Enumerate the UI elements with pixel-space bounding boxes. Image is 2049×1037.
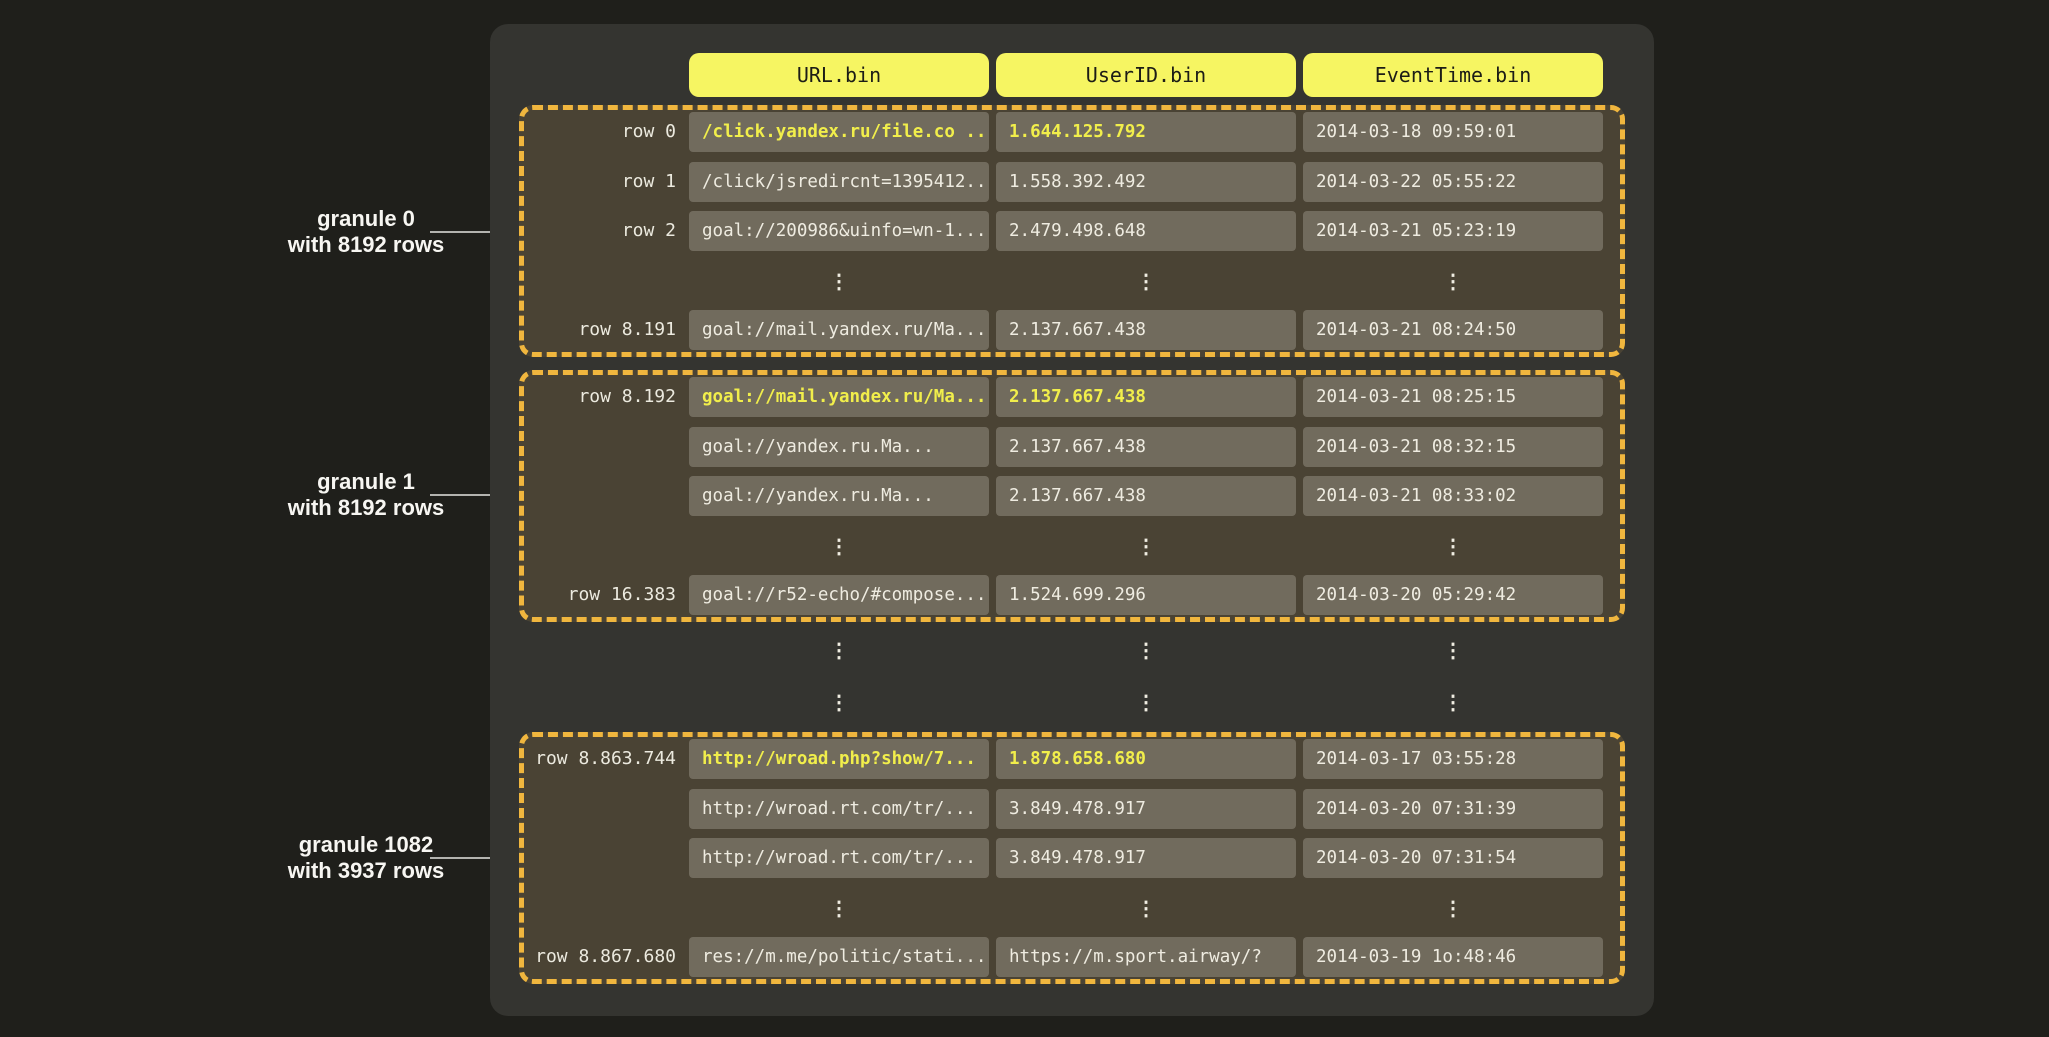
table-row: row 0 /click.yandex.ru/file.co ... 1.644… <box>524 112 1620 152</box>
cell-eventtime: 2014-03-17 03:55:28 <box>1303 739 1603 779</box>
cell-url: goal://yandex.ru.Ma... <box>689 476 989 516</box>
table-row: row 8.191 goal://mail.yandex.ru/Ma... 2.… <box>524 310 1620 350</box>
vertical-ellipsis-icon: ⋮ <box>1303 630 1603 670</box>
granule-box-1082: row 8.863.744 http://wroad.php?show/7...… <box>519 732 1625 984</box>
cell-url: goal://200986&uinfo=wn-1... <box>689 211 989 251</box>
cell-eventtime: 2014-03-21 05:23:19 <box>1303 211 1603 251</box>
granule-box-1: row 8.192 goal://mail.yandex.ru/Ma... 2.… <box>519 370 1625 622</box>
cell-userid: 2.137.667.438 <box>996 427 1296 467</box>
row-label: row 1 <box>524 162 689 202</box>
vertical-ellipsis-icon: ⋮ <box>996 261 1296 301</box>
cell-url: goal://r52-echo/#compose... <box>689 575 989 615</box>
cell-eventtime: 2014-03-21 08:33:02 <box>1303 476 1603 516</box>
cell-userid: 1.644.125.792 <box>996 112 1296 152</box>
vertical-ellipsis-icon: ⋮ <box>1303 888 1603 928</box>
table-row: row 8.867.680 res://m.me/politic/stati..… <box>524 937 1620 977</box>
cell-userid: 2.479.498.648 <box>996 211 1296 251</box>
arrow-line <box>430 857 498 859</box>
granule-box-0: row 0 /click.yandex.ru/file.co ... 1.644… <box>519 105 1625 357</box>
cell-userid: 1.524.699.296 <box>996 575 1296 615</box>
cell-eventtime: 2014-03-21 08:32:15 <box>1303 427 1603 467</box>
row-label: row 16.383 <box>524 575 689 615</box>
vertical-ellipsis-icon: ⋮ <box>996 526 1296 566</box>
cell-eventtime: 2014-03-18 09:59:01 <box>1303 112 1603 152</box>
row-label: row 0 <box>524 112 689 152</box>
row-label: row 8.863.744 <box>524 739 689 779</box>
vertical-ellipsis-icon: ⋮ <box>1303 526 1603 566</box>
cell-url: /click/jsredircnt=1395412... <box>689 162 989 202</box>
cell-userid: https://m.sport.airway/? <box>996 937 1296 977</box>
ellipsis-row: ⋮ ⋮ ⋮ <box>524 630 1620 670</box>
cell-url: http://wroad.rt.com/tr/... <box>689 838 989 878</box>
vertical-ellipsis-icon: ⋮ <box>1303 682 1603 722</box>
row-label: row 8.192 <box>524 377 689 417</box>
cell-eventtime: 2014-03-21 08:24:50 <box>1303 310 1603 350</box>
cell-url: goal://yandex.ru.Ma... <box>689 427 989 467</box>
row-label: row 8.191 <box>524 310 689 350</box>
vertical-ellipsis-icon: ⋮ <box>689 682 989 722</box>
table-row: row 1 /click/jsredircnt=1395412... 1.558… <box>524 162 1620 202</box>
arrow-line <box>430 231 498 233</box>
cell-url: res://m.me/politic/stati... <box>689 937 989 977</box>
ellipsis-row: ⋮ ⋮ ⋮ <box>524 261 1620 301</box>
cell-eventtime: 2014-03-20 07:31:39 <box>1303 789 1603 829</box>
vertical-ellipsis-icon: ⋮ <box>996 630 1296 670</box>
data-part-panel: URL.bin UserID.bin EventTime.bin row 0 /… <box>490 24 1654 1016</box>
cell-url: http://wroad.php?show/7... <box>689 739 989 779</box>
vertical-ellipsis-icon: ⋮ <box>996 682 1296 722</box>
cell-eventtime: 2014-03-19 1o:48:46 <box>1303 937 1603 977</box>
vertical-ellipsis-icon: ⋮ <box>689 526 989 566</box>
table-row: row 8.192 goal://mail.yandex.ru/Ma... 2.… <box>524 377 1620 417</box>
arrow-line <box>430 494 498 496</box>
table-row: http://wroad.rt.com/tr/... 3.849.478.917… <box>524 838 1620 878</box>
column-header-userid-bin: UserID.bin <box>996 53 1296 97</box>
ellipsis-row: ⋮ ⋮ ⋮ <box>524 888 1620 928</box>
cell-userid: 1.878.658.680 <box>996 739 1296 779</box>
cell-eventtime: 2014-03-22 05:55:22 <box>1303 162 1603 202</box>
cell-eventtime: 2014-03-20 07:31:54 <box>1303 838 1603 878</box>
table-row: goal://yandex.ru.Ma... 2.137.667.438 201… <box>524 427 1620 467</box>
cell-eventtime: 2014-03-20 05:29:42 <box>1303 575 1603 615</box>
vertical-ellipsis-icon: ⋮ <box>1303 261 1603 301</box>
cell-url: goal://mail.yandex.ru/Ma... <box>689 310 989 350</box>
table-row: goal://yandex.ru.Ma... 2.137.667.438 201… <box>524 476 1620 516</box>
table-row: row 16.383 goal://r52-echo/#compose... 1… <box>524 575 1620 615</box>
cell-userid: 3.849.478.917 <box>996 789 1296 829</box>
column-header-eventtime-bin: EventTime.bin <box>1303 53 1603 97</box>
vertical-ellipsis-icon: ⋮ <box>996 888 1296 928</box>
cell-url: /click.yandex.ru/file.co ... <box>689 112 989 152</box>
vertical-ellipsis-icon: ⋮ <box>689 888 989 928</box>
ellipsis-row: ⋮ ⋮ ⋮ <box>524 682 1620 722</box>
column-header-url-bin: URL.bin <box>689 53 989 97</box>
cell-userid: 2.137.667.438 <box>996 310 1296 350</box>
cell-userid: 2.137.667.438 <box>996 377 1296 417</box>
cell-eventtime: 2014-03-21 08:25:15 <box>1303 377 1603 417</box>
cell-url: goal://mail.yandex.ru/Ma... <box>689 377 989 417</box>
cell-url: http://wroad.rt.com/tr/... <box>689 789 989 829</box>
table-row: http://wroad.rt.com/tr/... 3.849.478.917… <box>524 789 1620 829</box>
row-label: row 2 <box>524 211 689 251</box>
cell-userid: 2.137.667.438 <box>996 476 1296 516</box>
ellipsis-row: ⋮ ⋮ ⋮ <box>524 526 1620 566</box>
vertical-ellipsis-icon: ⋮ <box>689 261 989 301</box>
cell-userid: 1.558.392.492 <box>996 162 1296 202</box>
cell-userid: 3.849.478.917 <box>996 838 1296 878</box>
table-row: row 2 goal://200986&uinfo=wn-1... 2.479.… <box>524 211 1620 251</box>
vertical-ellipsis-icon: ⋮ <box>689 630 989 670</box>
table-row: row 8.863.744 http://wroad.php?show/7...… <box>524 739 1620 779</box>
row-label: row 8.867.680 <box>524 937 689 977</box>
